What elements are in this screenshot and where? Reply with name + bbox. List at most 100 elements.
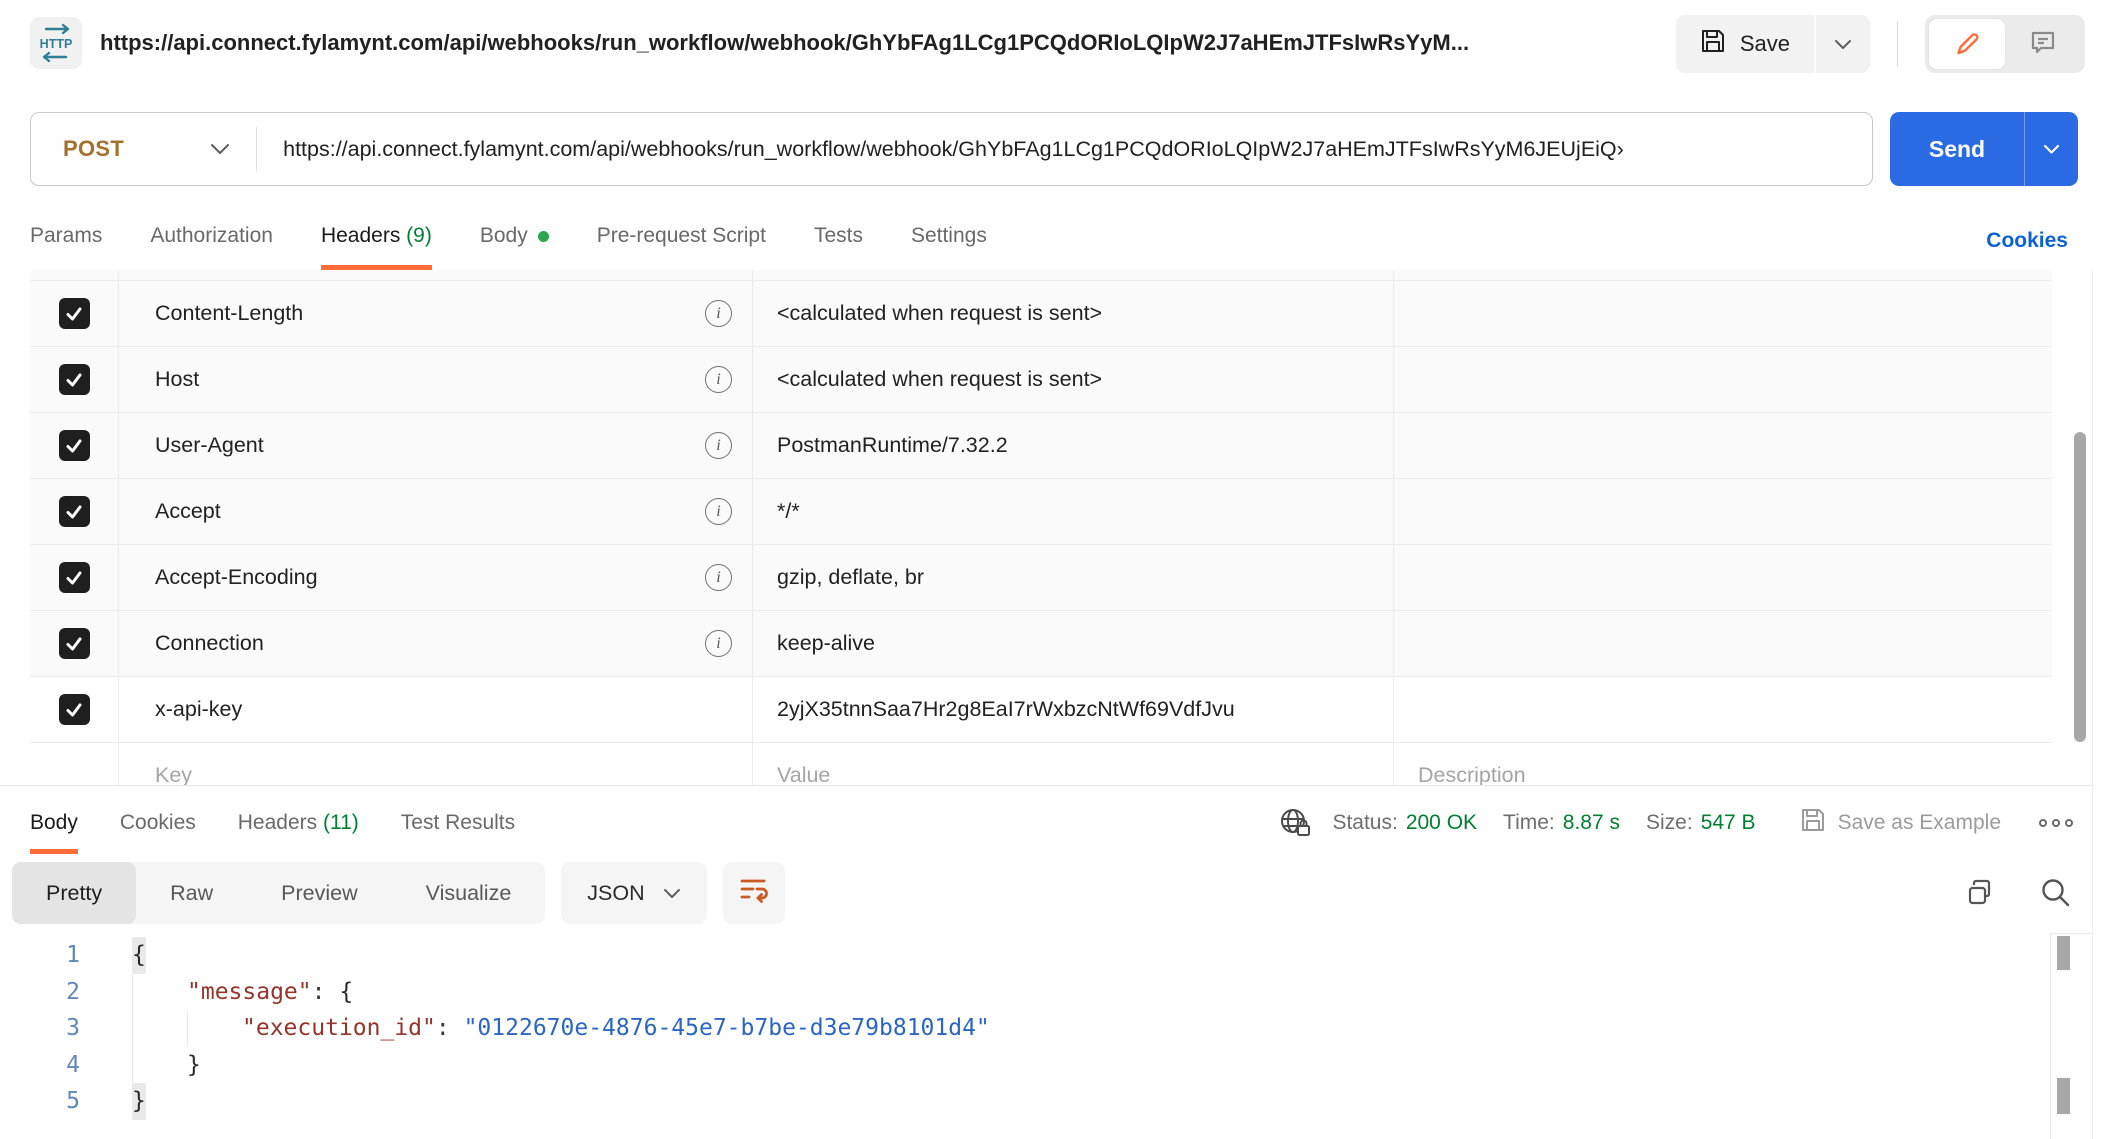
svg-text:HTTP: HTTP — [40, 37, 73, 51]
response-scrollbar-thumb-2[interactable] — [2057, 1078, 2070, 1114]
code-token: } — [132, 1083, 146, 1120]
send-options-button[interactable] — [2024, 112, 2078, 186]
header-value: gzip, deflate, br — [777, 565, 924, 590]
request-title: https://api.connect.fylamynt.com/api/web… — [100, 30, 1469, 56]
info-icon: i — [705, 432, 732, 459]
network-globe-lock-icon[interactable] — [1278, 806, 1312, 840]
time-value: 8.87 s — [1563, 811, 1620, 835]
response-tab-headers[interactable]: Headers (11) — [238, 811, 359, 854]
copy-response-icon[interactable] — [1963, 877, 1995, 909]
header-enabled-checkbox[interactable] — [59, 364, 90, 395]
header-enabled-checkbox[interactable] — [59, 628, 90, 659]
header-enabled-checkbox[interactable] — [59, 496, 90, 527]
header-key: x-api-key — [155, 697, 242, 722]
header-checkbox-cell — [30, 413, 119, 478]
header-value: PostmanRuntime/7.32.2 — [777, 433, 1008, 458]
response-scrollbar-thumb[interactable] — [2057, 936, 2070, 970]
header-description-cell — [1394, 479, 2052, 544]
headers-table: Content-Lengthi<calculated when request … — [30, 270, 2052, 785]
header-key: Accept-Encoding — [155, 565, 318, 590]
line-number: 3 — [0, 1010, 80, 1047]
code-token: } — [187, 1047, 201, 1084]
line-number: 4 — [0, 1047, 80, 1084]
tab-headers[interactable]: Headers (9) — [321, 224, 432, 270]
key-placeholder[interactable]: Key — [155, 763, 192, 785]
header-value-cell: <calculated when request is sent> — [753, 281, 1394, 346]
line-number: 5 — [0, 1083, 80, 1120]
header-key: Connection — [155, 631, 264, 656]
tab-body[interactable]: Body — [480, 224, 549, 270]
save-options-button[interactable] — [1816, 15, 1870, 73]
wrap-lines-button[interactable] — [723, 862, 785, 924]
header-key-cell: Hosti — [119, 347, 753, 412]
header-key-cell[interactable]: x-api-key — [119, 677, 753, 742]
header-key: Content-Length — [155, 301, 303, 326]
code-line-3: 3 "execution_id": "0122670e-4876-45e7-b7b… — [0, 1010, 2050, 1047]
time-label: Time: — [1503, 811, 1555, 835]
view-tab-visualize[interactable]: Visualize — [392, 862, 546, 924]
code-line-5: 5} — [0, 1083, 2050, 1120]
headers-scrollbar-thumb[interactable] — [2074, 432, 2086, 742]
header-enabled-checkbox[interactable] — [59, 430, 90, 461]
response-tab-body[interactable]: Body — [30, 811, 78, 854]
response-toolbar: PrettyRawPreviewVisualize JSON — [12, 862, 2073, 924]
comments-button[interactable] — [2005, 19, 2081, 69]
header-enabled-checkbox[interactable] — [59, 298, 90, 329]
code-scroll-edge — [2050, 933, 2051, 1139]
header-row-host: Hosti<calculated when request is sent> — [30, 347, 2052, 413]
tab-pre-request-script[interactable]: Pre-request Script — [597, 224, 766, 270]
header-value-cell: gzip, deflate, br — [753, 545, 1394, 610]
indent-guide — [187, 1010, 242, 1047]
method-selector[interactable]: POST — [31, 136, 124, 162]
header-value-cell[interactable]: 2yjX35tnnSaa7Hr2g8EaI7rWxbzcNtWf69VdfJvu — [753, 677, 1394, 742]
url-input[interactable] — [257, 137, 1872, 162]
header-row-accept: Accepti*/* — [30, 479, 2052, 545]
window-scrollbar-rail — [2092, 270, 2108, 1139]
response-meta: Status: 200 OK Time: 8.87 s Size: 547 B … — [1278, 806, 2073, 854]
tab-params[interactable]: Params — [30, 224, 102, 270]
search-response-icon[interactable] — [2039, 876, 2073, 910]
header-row-user-agent: User-Agenti PostmanRuntime/7.32.2 — [30, 413, 2052, 479]
status-value: 200 OK — [1406, 811, 1477, 835]
cookies-link[interactable]: Cookies — [1986, 229, 2068, 270]
code-line-content: "execution_id": "0122670e-4876-45e7-b7be… — [132, 1010, 990, 1047]
header-description-cell — [1394, 413, 2052, 478]
header-key-cell: Content-Lengthi — [119, 281, 753, 346]
value-placeholder[interactable]: Value — [777, 763, 830, 785]
method-caret-icon[interactable] — [210, 143, 230, 155]
header-enabled-checkbox[interactable] — [59, 562, 90, 593]
header-value-cell: keep-alive — [753, 611, 1394, 676]
tab-settings[interactable]: Settings — [911, 224, 987, 270]
view-tab-raw[interactable]: Raw — [136, 862, 247, 924]
header-value: 2yjX35tnnSaa7Hr2g8EaI7rWxbzcNtWf69VdfJvu — [777, 697, 1235, 722]
format-select[interactable]: JSON — [561, 862, 706, 924]
tab-authorization[interactable]: Authorization — [150, 224, 273, 270]
response-tab-label: Body — [30, 811, 78, 834]
header-description-cell — [1394, 281, 2052, 346]
response-more-options-icon[interactable] — [2039, 819, 2073, 827]
response-body-code: 1{2"message": {3"execution_id": "0122670… — [0, 937, 2050, 1120]
header-row-content-length: Content-Lengthi<calculated when request … — [30, 281, 2052, 347]
header-value: */* — [777, 499, 800, 524]
view-tab-pretty[interactable]: Pretty — [12, 862, 136, 924]
save-as-example-button[interactable]: Save as Example — [1800, 807, 2001, 839]
code-token: : — [436, 1010, 464, 1047]
url-bar: POST — [30, 112, 1873, 186]
header-key-cell: User-Agenti — [119, 413, 753, 478]
save-example-icon — [1800, 807, 1826, 839]
header-enabled-checkbox[interactable] — [59, 694, 90, 725]
description-placeholder[interactable]: Description — [1418, 763, 1526, 785]
code-token: { — [132, 937, 146, 974]
code-line-content: "message": { — [132, 974, 353, 1011]
send-button[interactable]: Send — [1890, 112, 2024, 186]
tab-count-badge: (9) — [400, 224, 432, 247]
tab-tests[interactable]: Tests — [814, 224, 863, 270]
view-tab-preview[interactable]: Preview — [247, 862, 391, 924]
edit-mode-button[interactable] — [1929, 19, 2005, 69]
response-tab-cookies[interactable]: Cookies — [120, 811, 196, 854]
save-button[interactable]: Save — [1676, 15, 1814, 73]
info-icon: i — [705, 498, 732, 525]
header-description-cell[interactable] — [1394, 677, 2052, 742]
response-tab-test-results[interactable]: Test Results — [401, 811, 515, 854]
header-row-accept-encoding: Accept-Encodingigzip, deflate, br — [30, 545, 2052, 611]
